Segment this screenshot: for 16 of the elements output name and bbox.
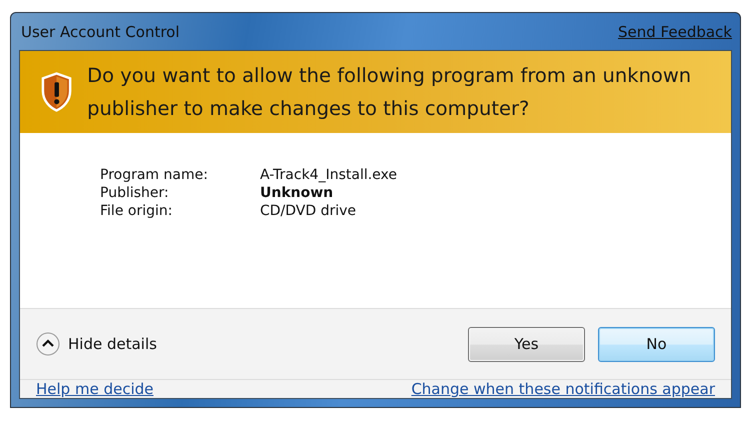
dialog-button[interactable]: Yes: [468, 326, 585, 362]
detail-value: A-Track4_Install.exe: [260, 167, 398, 183]
shield-warning-icon: [40, 71, 74, 113]
dialog-button[interactable]: No: [598, 326, 715, 362]
help-link[interactable]: Help me decide: [36, 380, 154, 398]
send-feedback-link[interactable]: Send Feedback: [618, 22, 732, 40]
detail-value: Unknown: [260, 185, 334, 201]
detail-label: Publisher:: [100, 185, 170, 201]
help-link[interactable]: Change when these notifications appear: [411, 380, 715, 398]
detail-label: File origin:: [100, 203, 174, 219]
detail-label: Program name:: [100, 167, 209, 183]
chevron-circle-icon: [36, 332, 60, 356]
hide-details-toggle[interactable]: Hide details: [36, 332, 157, 356]
question-text: Do you want to allow the following program from an unknown publisher to make changes to this computer?: [87, 63, 692, 122]
detail-value: CD/DVD drive: [260, 203, 358, 219]
window-title: User Account Control: [21, 22, 180, 40]
